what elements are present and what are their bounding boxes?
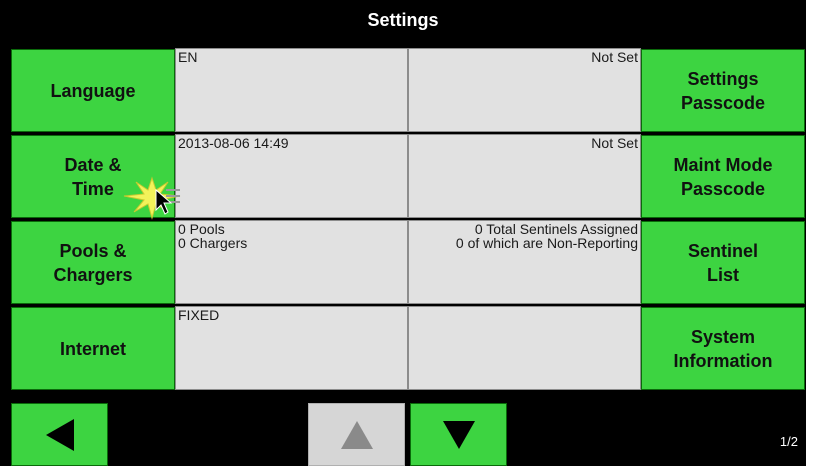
maint-passcode-value: Not Set xyxy=(591,135,638,151)
settings-screen: Settings Language EN Not Set Settings Pa… xyxy=(0,0,806,466)
language-value: EN xyxy=(178,49,198,65)
system-information-button[interactable]: System Information xyxy=(641,307,805,390)
sentinel-summary-cell: 0 Total Sentinels Assigned 0 of which ar… xyxy=(408,220,641,304)
maint-mode-passcode-button[interactable]: Maint Mode Passcode xyxy=(641,135,805,218)
sentinel-list-button[interactable]: Sentinel List xyxy=(641,221,805,304)
page-indicator: 1/2 xyxy=(779,434,798,449)
page-title: Settings xyxy=(367,9,439,30)
language-value-cell: EN xyxy=(175,48,408,132)
date-time-value: 2013-08-06 14:49 xyxy=(178,135,289,151)
pointer-cursor-icon xyxy=(123,176,181,220)
maint-passcode-value-cell: Not Set xyxy=(408,134,641,218)
left-arrow-icon xyxy=(45,418,74,451)
back-button[interactable] xyxy=(11,403,108,466)
pools-chargers-button[interactable]: Pools & Chargers xyxy=(11,221,175,304)
system-info-value-cell xyxy=(408,306,641,390)
settings-passcode-button[interactable]: Settings Passcode xyxy=(641,49,805,132)
pools-chargers-value-cell: 0 Pools 0 Chargers xyxy=(175,220,408,304)
date-time-value-cell: 2013-08-06 14:49 xyxy=(175,134,408,218)
settings-passcode-value-cell: Not Set xyxy=(408,48,641,132)
internet-button[interactable]: Internet xyxy=(11,307,175,390)
scroll-down-button[interactable] xyxy=(410,403,507,466)
internet-value-cell: FIXED xyxy=(175,306,408,390)
sentinel-summary-value: 0 Total Sentinels Assigned 0 of which ar… xyxy=(455,221,638,251)
settings-passcode-value: Not Set xyxy=(591,49,638,65)
pools-chargers-value: 0 Pools 0 Chargers xyxy=(178,221,248,251)
scroll-up-button[interactable] xyxy=(308,403,405,466)
up-arrow-icon xyxy=(340,420,373,449)
down-arrow-icon xyxy=(442,420,475,449)
internet-value: FIXED xyxy=(178,307,220,323)
language-button[interactable]: Language xyxy=(11,49,175,132)
